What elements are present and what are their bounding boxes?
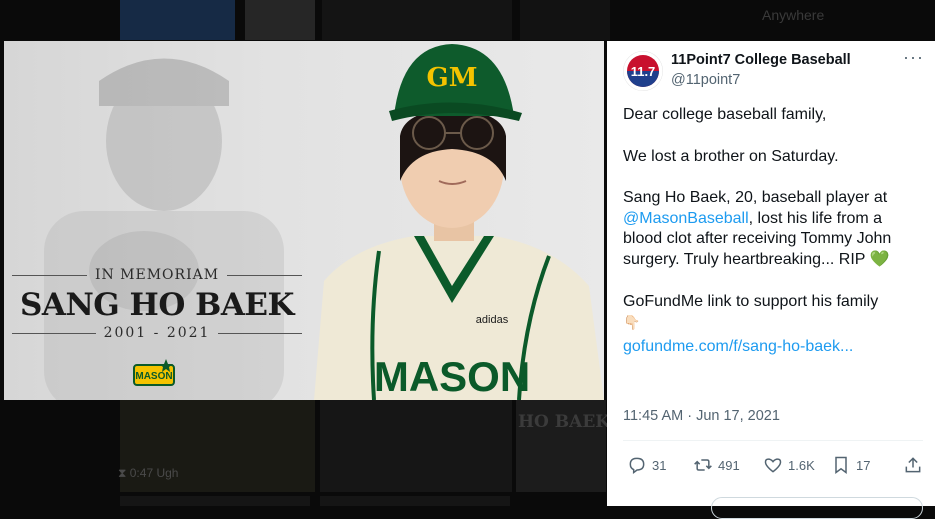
bg-tile (120, 0, 235, 40)
bg-tile (120, 496, 310, 506)
mason-patriots-logo: MASON (133, 359, 175, 386)
heart-icon (764, 458, 782, 473)
memoriam-years: 2001 - 2021 (103, 325, 211, 341)
gofundme-link[interactable]: gofundme.com/f/sang-ho-baek... (623, 338, 853, 355)
reply-count: 31 (652, 457, 667, 473)
share-button[interactable] (903, 455, 923, 475)
bg-tile (322, 0, 512, 40)
author-avatar[interactable]: 11.7 (623, 51, 663, 91)
reply-icon (629, 457, 645, 474)
tweet-paragraph: Sang Ho Baek, 20, baseball player at @Ma… (623, 188, 923, 270)
bg-tile (320, 400, 512, 492)
tweet-text-span: GoFundMe link to support his family (623, 292, 879, 310)
more-options-icon[interactable]: ··· (903, 47, 924, 68)
retweet-icon (694, 459, 712, 471)
author-handle[interactable]: @11point7 (671, 72, 740, 88)
tweet-media-image[interactable]: IN MEMORIAM SANG HO BAEK 2001 - 2021 MAS… (4, 41, 604, 400)
tweet-actions: 31 491 1.6K 17 (623, 455, 923, 479)
player-photo: GM adidas MASON (314, 44, 604, 400)
logo-text: MASON (135, 371, 172, 382)
memoriam-player-name: SANG HO BAEK (20, 287, 294, 323)
backdrop-name-fragment: HO BAEK (518, 412, 611, 432)
jersey-brand: adidas (476, 314, 509, 326)
avatar-text: 11.7 (631, 64, 656, 79)
like-count: 1.6K (788, 457, 815, 473)
tweet-timestamp[interactable]: 11:45 AM · Jun 17, 2021 (623, 408, 780, 424)
author-display-name[interactable]: 11Point7 College Baseball (671, 52, 851, 68)
bg-tile (520, 0, 610, 40)
like-button[interactable]: 1.6K (763, 455, 815, 475)
mention-link[interactable]: @MasonBaseball (623, 210, 749, 227)
retweet-count: 491 (718, 457, 740, 473)
bookmark-button[interactable]: 17 (831, 455, 870, 475)
cap-letters: GM (427, 63, 478, 93)
tweet-text-span: Sang Ho Baek, 20, baseball player at (623, 189, 888, 207)
bookmark-count: 17 (856, 457, 871, 473)
pointing-down-emoji: 👇🏻 (623, 314, 641, 331)
tweet-text: Dear college baseball family, We lost a … (623, 105, 923, 357)
backdrop-anywhere-label: Anywhere (762, 7, 825, 23)
in-memoriam-block: IN MEMORIAM SANG HO BAEK 2001 - 2021 (12, 267, 302, 341)
green-heart-emoji: 💚 (869, 250, 890, 268)
jersey-text: MASON (374, 353, 530, 400)
backdrop-video-caption: ⧗ 0:47 Ugh (118, 466, 179, 480)
ghost-pitcher-photo (44, 58, 284, 400)
bg-tile (245, 0, 315, 40)
tweet-paragraph: Dear college baseball family, (623, 106, 827, 123)
bookmark-icon (835, 456, 847, 474)
bg-tile (320, 496, 510, 506)
retweet-button[interactable]: 491 (693, 455, 740, 475)
memoriam-label: IN MEMORIAM (94, 267, 220, 283)
reply-input-pill[interactable] (711, 497, 923, 519)
reply-button[interactable]: 31 (627, 455, 666, 475)
divider (623, 440, 923, 441)
tweet-paragraph: We lost a brother on Saturday. (623, 147, 839, 165)
tweet-paragraph: GoFundMe link to support his family (623, 292, 923, 313)
tweet-panel: 11.7 11Point7 College Baseball @11point7… (607, 41, 935, 519)
share-icon (905, 457, 921, 473)
